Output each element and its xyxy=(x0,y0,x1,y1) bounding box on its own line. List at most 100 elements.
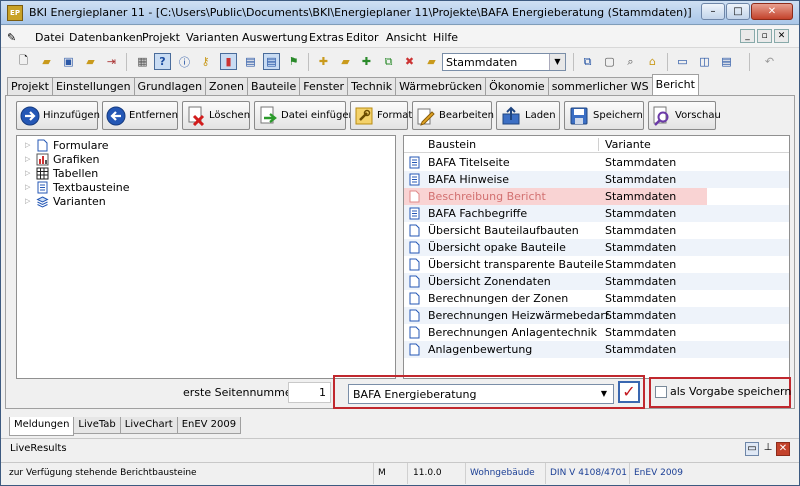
flag-icon[interactable]: ⚑ xyxy=(285,53,302,70)
tab-einstellungen[interactable]: Einstellungen xyxy=(51,77,135,95)
layout-vertical-icon[interactable]: ◫ xyxy=(696,53,713,70)
tab-oekonomie[interactable]: Ökonomie xyxy=(485,77,549,95)
list-row[interactable]: Übersicht transparente Bauteile Stammdate… xyxy=(404,256,789,273)
chevron-down-icon[interactable]: ▼ xyxy=(549,54,565,70)
close-icon[interactable]: ✕ xyxy=(776,442,790,456)
variant-copy-icon[interactable]: ⧉ xyxy=(380,53,397,70)
list-row[interactable]: BAFA Titelseite Stammdaten xyxy=(404,154,789,171)
menu-datei[interactable]: Datei xyxy=(35,31,64,44)
maximize-button[interactable]: □ xyxy=(726,3,750,20)
variant-delete-icon[interactable]: ✖ xyxy=(401,53,418,70)
variant-open-icon[interactable]: ▰ xyxy=(337,53,354,70)
list-row[interactable]: Berechnungen der Zonen Stammdaten xyxy=(404,290,789,307)
new-file-icon[interactable]: 🗋 xyxy=(15,53,32,70)
open-folder-icon[interactable]: ▰ xyxy=(38,53,55,70)
layout-cascade-icon[interactable]: ▤ xyxy=(718,53,735,70)
page-icon[interactable]: ▢ xyxy=(601,53,618,70)
menu-datenbanken[interactable]: Datenbanken xyxy=(69,31,143,44)
list-row[interactable]: BAFA Hinweise Stammdaten xyxy=(404,171,789,188)
column-header-variante[interactable]: Variante xyxy=(605,138,651,151)
format-button[interactable]: Format xyxy=(350,101,412,130)
edit-button[interactable]: Bearbeiten xyxy=(412,101,494,130)
table-icon[interactable]: ▤ xyxy=(242,53,259,70)
expand-icon[interactable]: ▷ xyxy=(25,155,33,163)
tab-grundlagen[interactable]: Grundlagen xyxy=(133,77,207,95)
grid-icon[interactable]: ▤ xyxy=(263,53,280,70)
delete-button[interactable]: Löschen xyxy=(182,101,250,130)
menu-ansicht[interactable]: Ansicht xyxy=(386,31,427,44)
undo-icon[interactable]: ↶ xyxy=(761,53,778,70)
list-row[interactable]: Berechnungen Anlagentechnik Stammdaten xyxy=(404,324,789,341)
menu-extras[interactable]: Extras xyxy=(309,31,344,44)
list-row[interactable]: Übersicht Zonendaten Stammdaten xyxy=(404,273,789,290)
menu-auswertung[interactable]: Auswertung xyxy=(242,31,308,44)
tab-enev-2009[interactable]: EnEV 2009 xyxy=(176,417,242,434)
list-row[interactable]: Beschreibung Bericht Stammdaten xyxy=(404,188,789,205)
tab-projekt[interactable]: Projekt xyxy=(7,77,53,95)
list-row[interactable]: Berechnungen Heizwärmebedarf Stammdaten xyxy=(404,307,789,324)
tree-item-tabellen[interactable]: ▷ Tabellen xyxy=(25,166,98,180)
list-row[interactable]: Übersicht Bauteilaufbauten Stammdaten xyxy=(404,222,789,239)
key-icon[interactable]: ⚷ xyxy=(197,53,214,70)
tab-zonen[interactable]: Zonen xyxy=(205,77,249,95)
minimize-button[interactable]: – xyxy=(701,3,725,20)
tree-item-varianten[interactable]: ▷ Varianten xyxy=(25,194,106,208)
chart-icon[interactable]: ▮ xyxy=(220,53,237,70)
apply-checkmark-button[interactable]: ✓ xyxy=(618,381,640,403)
exit-icon[interactable]: ⇥ xyxy=(103,53,120,70)
menu-hilfe[interactable]: Hilfe xyxy=(433,31,458,44)
expand-icon[interactable]: ▷ xyxy=(25,197,33,205)
mdi-minimize-icon[interactable]: _ xyxy=(740,29,755,43)
column-header-baustein[interactable]: Baustein xyxy=(428,138,476,151)
pin-icon[interactable]: ⊥ xyxy=(761,442,775,456)
remove-button[interactable]: Entfernen xyxy=(102,101,178,130)
list-row[interactable]: BAFA Fachbegriffe Stammdaten xyxy=(404,205,789,222)
save-as-default-checkbox[interactable] xyxy=(655,385,667,398)
calculator-icon[interactable]: ▦ xyxy=(134,53,151,70)
search-icon[interactable]: ⌕ xyxy=(622,53,639,70)
selected-blocks-list[interactable]: Baustein Variante BAFA Titelseite Stammda… xyxy=(403,135,790,379)
tab-fenster[interactable]: Fenster xyxy=(299,77,349,95)
list-row[interactable]: Übersicht opake Bauteile Stammdaten xyxy=(404,239,789,256)
list-row[interactable]: Anlagenbewertung Stammdaten xyxy=(404,341,789,358)
house-icon[interactable]: ⌂ xyxy=(644,53,661,70)
menu-editor[interactable]: Editor xyxy=(346,31,379,44)
first-page-input[interactable]: 1 xyxy=(288,382,331,403)
menu-projekt[interactable]: Projekt xyxy=(142,31,180,44)
tab-meldungen[interactable]: Meldungen xyxy=(9,417,75,436)
tab-livetab[interactable]: LiveTab xyxy=(73,417,121,434)
save-icon[interactable]: ▣ xyxy=(60,53,77,70)
insert-file-button[interactable]: Datei einfügen xyxy=(254,101,355,130)
restore-icon[interactable]: ▭ xyxy=(745,442,759,456)
save-as-default-option[interactable]: als Vorgabe speichern xyxy=(655,385,791,398)
load-button[interactable]: Laden xyxy=(496,101,560,130)
layout-horizontal-icon[interactable]: ▭ xyxy=(674,53,691,70)
tab-bericht[interactable]: Bericht xyxy=(651,74,699,95)
mdi-restore-icon[interactable]: ▫ xyxy=(757,29,772,43)
expand-icon[interactable]: ▷ xyxy=(25,169,33,177)
variant-add-icon[interactable]: ✚ xyxy=(315,53,332,70)
menu-app-icon[interactable]: ✎ xyxy=(7,31,21,44)
preview-button[interactable]: Vorschau xyxy=(648,101,721,130)
tab-waermebruecken[interactable]: Wärmebrücken xyxy=(395,77,487,95)
add-button[interactable]: Hinzufügen xyxy=(16,101,100,130)
mdi-close-icon[interactable]: ✕ xyxy=(774,29,789,43)
copy-icon[interactable]: ⧉ xyxy=(579,53,596,70)
tree-item-textbausteine[interactable]: ▷ Textbausteine xyxy=(25,180,130,194)
building-block-tree[interactable]: ▷ Formulare ▷ Grafiken ▷ Tabellen ▷ Text… xyxy=(16,135,396,379)
menu-varianten[interactable]: Varianten xyxy=(186,31,239,44)
tree-item-grafiken[interactable]: ▷ Grafiken xyxy=(25,152,99,166)
variant-combo[interactable]: Stammdaten ▼ xyxy=(442,53,566,71)
tab-bauteile[interactable]: Bauteile xyxy=(247,77,301,95)
title-bar[interactable]: EP BKI Energieplaner 11 - [C:\Users\Publ… xyxy=(1,1,799,25)
help-icon[interactable]: ? xyxy=(154,53,171,70)
chevron-down-icon[interactable]: ▼ xyxy=(596,386,612,402)
tab-technik[interactable]: Technik xyxy=(347,77,397,95)
tab-sommerlicher-ws[interactable]: sommerlicher WS xyxy=(547,77,653,95)
tab-livechart[interactable]: LiveChart xyxy=(119,417,178,434)
close-button[interactable]: ✕ xyxy=(751,3,793,20)
variant-folder-icon[interactable]: ▰ xyxy=(423,53,440,70)
variant-new-icon[interactable]: ✚ xyxy=(358,53,375,70)
expand-icon[interactable]: ▷ xyxy=(25,141,33,149)
tree-item-formulare[interactable]: ▷ Formulare xyxy=(25,138,109,152)
